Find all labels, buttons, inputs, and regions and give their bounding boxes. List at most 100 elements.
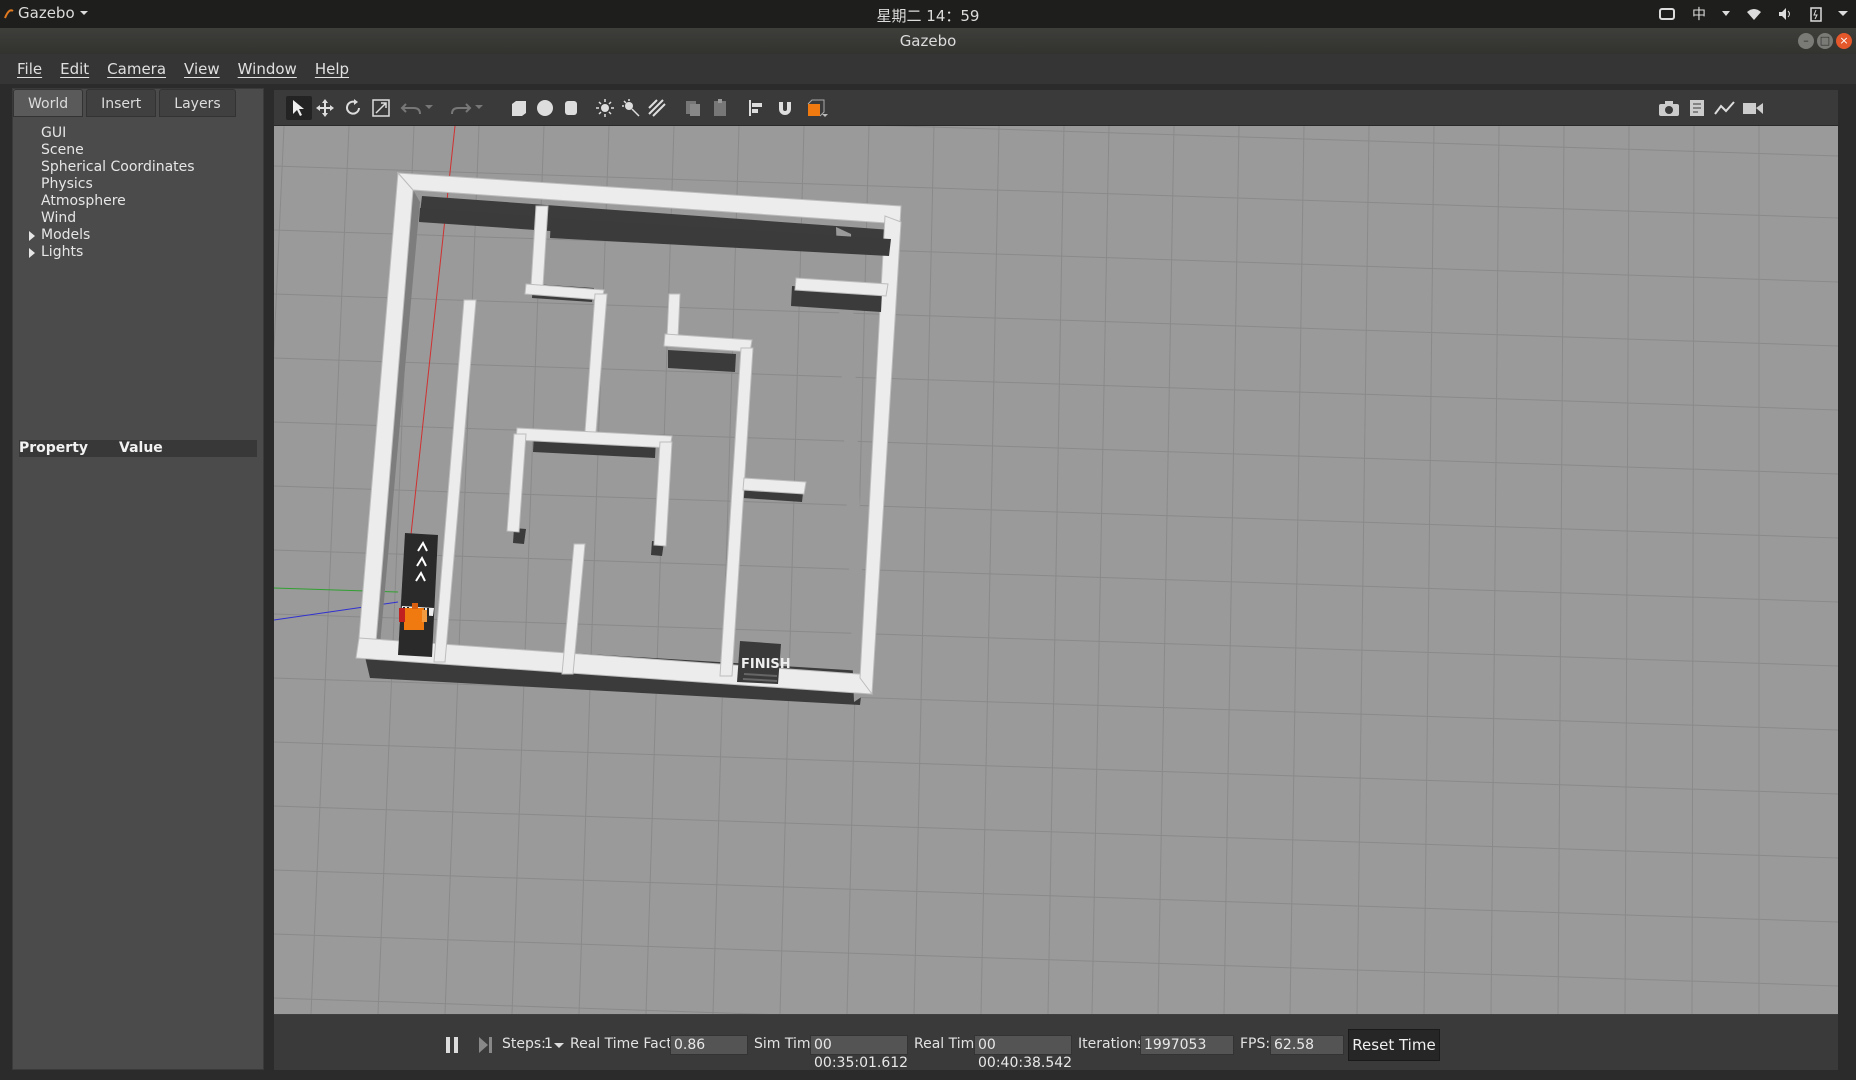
log-icon [1690, 100, 1704, 116]
fps-field[interactable]: 62.58 [1270, 1035, 1344, 1055]
expand-arrow-icon[interactable] [29, 231, 35, 241]
render-viewport-frame: FINISH Steps: 1 Real Time Factor: 0.86 S… [274, 90, 1838, 1071]
directional-light-button[interactable] [644, 96, 670, 120]
tree-item-models[interactable]: Models [27, 227, 195, 244]
pause-button[interactable] [444, 1036, 460, 1054]
iterations-field[interactable]: 1997053 [1140, 1035, 1234, 1055]
tab-insert[interactable]: Insert [86, 89, 157, 117]
menu-help[interactable]: Help [306, 60, 358, 78]
steps-spinbox[interactable]: 1 [544, 1036, 553, 1052]
menu-view[interactable]: View [175, 60, 229, 78]
cylinder-shape-button[interactable] [558, 96, 584, 120]
undo-history-dropdown[interactable] [422, 96, 436, 120]
nvidia-icon[interactable] [1658, 6, 1676, 22]
steps-label: Steps: [502, 1036, 546, 1052]
record-video-button[interactable] [1740, 96, 1766, 120]
world-panel: World Insert Layers GUI Scene Spherical … [12, 88, 264, 1070]
system-top-bar: Gazebo 星期二 14：59 中 [0, 0, 1856, 28]
tree-item-wind[interactable]: Wind [27, 210, 195, 227]
redo-history-dropdown[interactable] [472, 96, 486, 120]
window-titlebar: Gazebo – □ × [0, 28, 1856, 54]
tree-item-scene[interactable]: Scene [27, 142, 195, 159]
paste-icon [714, 99, 726, 116]
sim-time-field[interactable]: 00 00:35:01.612 [810, 1035, 908, 1071]
scene-render[interactable]: FINISH [274, 126, 1838, 1014]
menu-window[interactable]: Window [229, 60, 306, 78]
tree-item-models-label: Models [41, 227, 91, 243]
screenshot-button[interactable] [1656, 96, 1682, 120]
spot-light-icon [622, 99, 640, 117]
sphere-icon [537, 100, 553, 116]
snap-button[interactable] [772, 96, 798, 120]
start-pad [398, 533, 438, 657]
reset-time-button[interactable]: Reset Time [1348, 1029, 1440, 1061]
minimize-button[interactable]: – [1798, 33, 1814, 49]
step-button[interactable] [478, 1036, 494, 1054]
point-light-icon [596, 99, 614, 117]
tree-item-physics[interactable]: Physics [27, 176, 195, 193]
expand-arrow-icon[interactable] [29, 248, 35, 258]
log-button[interactable] [1684, 96, 1710, 120]
viewport-toolbar [274, 90, 1838, 126]
rotate-icon [346, 99, 360, 115]
tree-item-gui[interactable]: GUI [27, 125, 195, 142]
maximize-button[interactable]: □ [1817, 33, 1833, 49]
cylinder-icon [565, 101, 577, 115]
tree-item-lights[interactable]: Lights [27, 244, 195, 261]
translate-tool-button[interactable] [312, 96, 338, 120]
input-method-indicator[interactable]: 中 [1692, 4, 1706, 24]
box-shape-button[interactable] [506, 96, 532, 120]
scale-icon [372, 99, 390, 117]
rotate-tool-button[interactable] [340, 96, 366, 120]
chevron-down-icon [1722, 11, 1730, 16]
scale-tool-button[interactable] [368, 96, 394, 120]
chevron-down-icon[interactable] [554, 1043, 564, 1049]
camera-icon [1659, 101, 1679, 116]
battery-icon[interactable] [1810, 6, 1822, 22]
tree-item-lights-label: Lights [41, 244, 84, 260]
box-icon [512, 101, 526, 116]
move-icon [316, 99, 334, 117]
real-time-field[interactable]: 00 00:40:38.542 [974, 1035, 1072, 1071]
wifi-icon[interactable] [1746, 7, 1762, 21]
world-tree: GUI Scene Spherical Coordinates Physics … [27, 125, 195, 261]
property-table-header: Property Value [19, 440, 257, 457]
plot-button[interactable] [1712, 96, 1738, 120]
spot-light-button[interactable] [618, 96, 644, 120]
clock[interactable]: 星期二 14：59 [0, 5, 1856, 26]
view-angle-button[interactable] [804, 96, 830, 120]
align-button[interactable] [744, 96, 770, 120]
undo-button[interactable] [398, 96, 424, 120]
tab-world[interactable]: World [13, 89, 84, 117]
window-title: Gazebo [899, 32, 957, 50]
3d-scene-view[interactable]: FINISH [274, 126, 1838, 1014]
undo-icon [400, 103, 421, 115]
iterations-label: Iterations: [1078, 1036, 1150, 1052]
magnet-icon [779, 102, 791, 115]
property-column-header: Property [19, 440, 89, 456]
select-tool-button[interactable] [286, 96, 312, 120]
volume-icon[interactable] [1778, 7, 1794, 21]
tab-layers[interactable]: Layers [159, 89, 236, 117]
menu-edit[interactable]: Edit [51, 60, 98, 78]
align-icon [749, 100, 762, 116]
copy-button[interactable] [680, 96, 706, 120]
menu-bar: File Edit Camera View Window Help [0, 54, 1856, 84]
fps-label: FPS: [1240, 1036, 1271, 1052]
close-button[interactable]: × [1836, 33, 1852, 49]
directional-light-icon [648, 99, 666, 117]
redo-button[interactable] [448, 96, 474, 120]
paste-button[interactable] [708, 96, 734, 120]
tree-item-spherical-coordinates[interactable]: Spherical Coordinates [27, 159, 195, 176]
simulation-control-bar: Steps: 1 Real Time Factor: 0.86 Sim Time… [274, 1015, 1838, 1071]
sphere-shape-button[interactable] [532, 96, 558, 120]
power-menu-icon[interactable] [1838, 11, 1848, 17]
menu-camera[interactable]: Camera [98, 60, 175, 78]
real-time-factor-field[interactable]: 0.86 [670, 1035, 748, 1055]
tree-item-atmosphere[interactable]: Atmosphere [27, 193, 195, 210]
redo-icon [451, 103, 472, 115]
menu-file[interactable]: File [8, 60, 51, 78]
finish-label: FINISH [741, 657, 791, 672]
arrow-cursor-icon [293, 100, 304, 116]
point-light-button[interactable] [592, 96, 618, 120]
